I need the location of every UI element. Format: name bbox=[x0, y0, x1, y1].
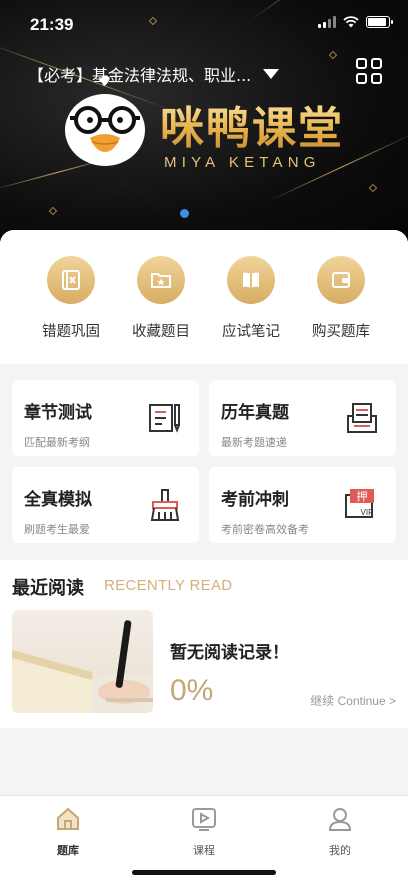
card-sprint[interactable]: 考前冲刺 考前密卷高效备考 押 VIP bbox=[209, 467, 396, 543]
quick-item-label: 应试笔记 bbox=[222, 324, 280, 340]
section-title: 最近阅读 bbox=[12, 578, 84, 599]
profile-icon bbox=[328, 808, 352, 831]
quick-item-label: 收藏题目 bbox=[132, 324, 190, 340]
wrong-questions-icon bbox=[47, 256, 95, 304]
status-icons bbox=[318, 16, 393, 28]
continue-link[interactable]: 继续 Continue > bbox=[310, 692, 396, 709]
status-time: 21:39 bbox=[30, 15, 74, 34]
main-content: 错题巩固 收藏题目 应试笔记 购买题库 章节测试 匹配最新考纲 历年真题 最新考… bbox=[0, 230, 408, 795]
question-bank-icon bbox=[57, 807, 79, 830]
chapter-test-icon bbox=[149, 404, 180, 433]
card-title: 全真模拟 bbox=[24, 490, 92, 510]
reading-progress: 0% bbox=[170, 674, 214, 707]
recent-thumbnail[interactable] bbox=[12, 610, 153, 713]
quick-item-buy[interactable]: 购买题库 bbox=[296, 256, 386, 341]
quick-item-label: 购买题库 bbox=[312, 324, 370, 340]
quick-actions: 错题巩固 收藏题目 应试笔记 购买题库 bbox=[0, 230, 408, 364]
wifi-icon bbox=[343, 16, 359, 28]
card-title: 章节测试 bbox=[24, 403, 92, 423]
card-chapter-test[interactable]: 章节测试 匹配最新考纲 bbox=[12, 380, 199, 456]
card-title: 历年真题 bbox=[221, 403, 289, 423]
tab-courses[interactable]: 课程 bbox=[164, 806, 244, 858]
past-exams-icon bbox=[347, 403, 377, 433]
card-past-exams[interactable]: 历年真题 最新考题速递 bbox=[209, 380, 396, 456]
recent-empty-text: 暂无阅读记录！ bbox=[170, 643, 289, 663]
recent-reading: 最近阅读 RECENTLY READ 暂无阅读记录！ 0% 继续 Continu… bbox=[0, 560, 408, 728]
quick-item-label: 错题巩固 bbox=[42, 324, 100, 340]
sprint-badge-text: 押 bbox=[357, 489, 368, 503]
battery-icon bbox=[366, 16, 393, 28]
brand-name-en: MIYA KETANG bbox=[164, 154, 321, 171]
course-play-icon bbox=[192, 808, 216, 831]
card-subtitle: 匹配最新考纲 bbox=[24, 436, 90, 449]
tab-question-bank[interactable]: 题库 bbox=[28, 806, 108, 858]
tab-profile[interactable]: 我的 bbox=[300, 806, 380, 858]
vip-label: VIP bbox=[361, 508, 374, 517]
caret-down-icon bbox=[263, 69, 280, 79]
hero-banner[interactable]: 21:39 【必考】基金法律法规、职业... 咪鸭课堂 MIYA KETANG bbox=[0, 0, 408, 245]
sprint-icon: 押 VIP bbox=[345, 489, 374, 518]
tab-label: 题库 bbox=[57, 844, 79, 857]
quick-item-wrong-questions[interactable]: 错题巩固 bbox=[26, 256, 116, 341]
card-mock-exam[interactable]: 全真模拟 刷题考生最爱 bbox=[12, 467, 199, 543]
card-subtitle: 最新考题速递 bbox=[221, 436, 287, 449]
tab-bar: 题库 课程 我的 bbox=[0, 795, 408, 883]
card-subtitle: 刷题考生最爱 bbox=[24, 523, 90, 536]
status-bar: 21:39 bbox=[0, 0, 408, 50]
carousel-indicator[interactable] bbox=[180, 209, 189, 218]
duck-mascot-icon bbox=[65, 75, 145, 166]
tab-label: 我的 bbox=[329, 844, 351, 857]
quick-item-notes[interactable]: 应试笔记 bbox=[206, 256, 296, 341]
brand-name-cn: 咪鸭课堂 bbox=[160, 92, 344, 156]
card-subtitle: 考前密卷高效备考 bbox=[221, 523, 309, 536]
home-indicator[interactable] bbox=[132, 870, 276, 875]
quick-item-favorites[interactable]: 收藏题目 bbox=[116, 256, 206, 341]
apps-grid-icon[interactable] bbox=[356, 58, 382, 84]
mock-exam-icon bbox=[150, 489, 180, 521]
wallet-icon bbox=[317, 256, 365, 304]
brand-logo: 咪鸭课堂 MIYA KETANG bbox=[60, 75, 360, 188]
section-title-en: RECENTLY READ bbox=[104, 577, 233, 594]
notes-book-icon bbox=[227, 256, 275, 304]
card-title: 考前冲刺 bbox=[221, 490, 289, 510]
tab-label: 课程 bbox=[193, 844, 215, 857]
cellular-signal-icon bbox=[318, 16, 336, 28]
favorite-folder-icon bbox=[137, 256, 185, 304]
